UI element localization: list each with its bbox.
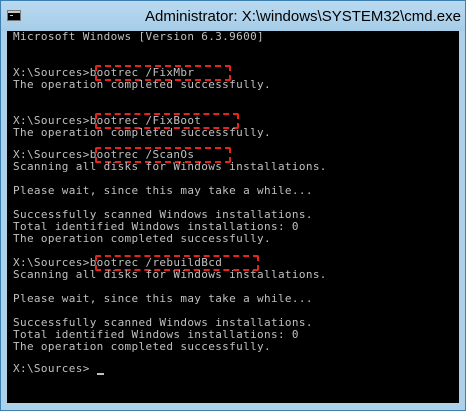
output-line: The operation completed successfully. xyxy=(13,78,271,91)
final-prompt[interactable]: X:\Sources> xyxy=(13,363,90,375)
text-cursor xyxy=(97,373,104,375)
output-line: Please wait, since this may take a while… xyxy=(13,292,313,305)
version-line: Microsoft Windows [Version 6.3.9600] xyxy=(13,31,265,43)
output-line: Scanning all disks for Windows installat… xyxy=(13,160,327,173)
output-line: The operation completed successfully. xyxy=(13,232,271,245)
cmd-icon[interactable] xyxy=(7,10,21,21)
output-line: The operation completed successfully. xyxy=(13,126,271,139)
output-line: Please wait, since this may take a while… xyxy=(13,184,313,197)
console-area[interactable]: Microsoft Windows [Version 6.3.9600] X:\… xyxy=(7,31,459,403)
title-bar[interactable]: Administrator: X:\windows\SYSTEM32\cmd.e… xyxy=(1,1,465,31)
output-line: Scanning all disks for Windows installat… xyxy=(13,268,327,281)
output-line: The operation completed successfully. xyxy=(13,340,271,353)
cmd-window: Administrator: X:\windows\SYSTEM32\cmd.e… xyxy=(0,0,466,411)
window-title: Administrator: X:\windows\SYSTEM32\cmd.e… xyxy=(145,8,461,25)
